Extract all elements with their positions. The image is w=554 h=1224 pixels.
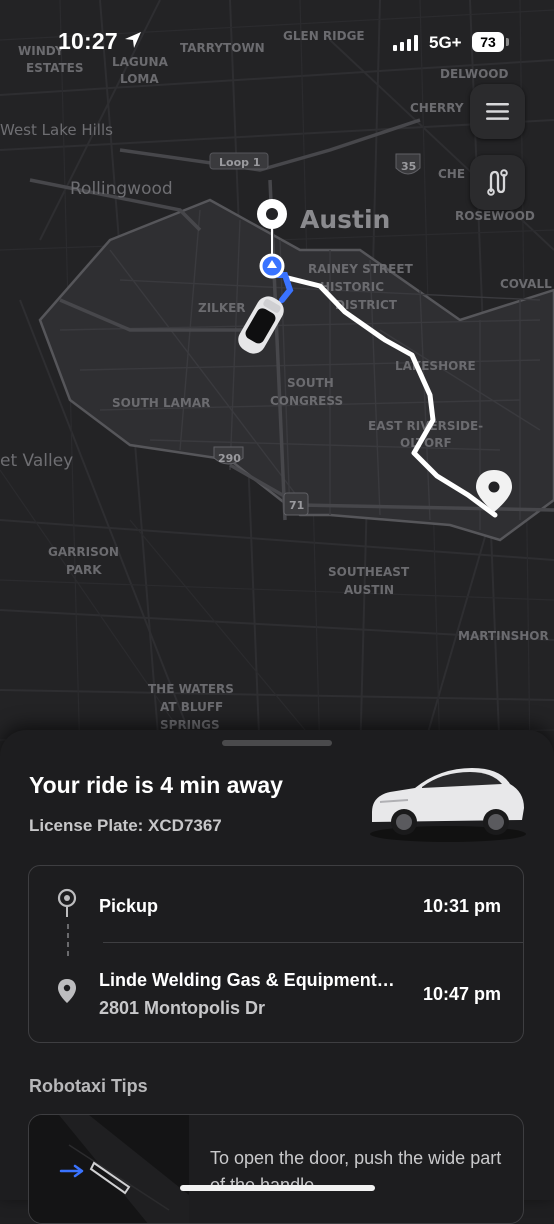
map-label-historic: HISTORIC	[320, 280, 384, 294]
map-label-park: PARK	[66, 563, 102, 577]
map-label-covall: COVALL	[500, 277, 552, 291]
status-bar: 10:27 5G+ 73	[0, 0, 554, 80]
sheet-drag-handle[interactable]	[222, 740, 332, 746]
map-label-south: SOUTH	[287, 376, 334, 390]
location-arrow-icon	[125, 32, 141, 48]
trip-stops-card: Pickup 10:31 pm Linde Welding Gas & Equi…	[28, 865, 524, 1043]
destination-name: Linde Welding Gas & Equipment…	[99, 970, 395, 990]
vehicle-image	[370, 768, 526, 842]
battery-level: 73	[480, 34, 496, 50]
route-icon	[487, 169, 508, 196]
ride-details-sheet: Your ride is 4 min away License Plate: X…	[0, 730, 554, 1224]
map-label-austin: Austin	[300, 205, 390, 234]
map-label-rosewood: ROSEWOOD	[455, 209, 535, 223]
pickup-time: 10:31 pm	[422, 896, 501, 916]
menu-button[interactable]	[470, 84, 525, 139]
battery-tip	[506, 38, 509, 46]
map-label-cherrywood: CHERRY	[410, 101, 464, 115]
map-label-garrison: GARRISON	[48, 545, 119, 559]
map-label-martinshore: MARTINSHOR	[458, 629, 549, 643]
tips-heading: Robotaxi Tips	[29, 1076, 148, 1096]
destination-time: 10:47 pm	[422, 984, 501, 1004]
home-indicator[interactable]	[180, 1185, 375, 1191]
stops-divider	[103, 942, 523, 943]
map-label-south-lamar: SOUTH LAMAR	[112, 396, 210, 410]
map-label-southeast-austin: AUSTIN	[344, 583, 394, 597]
map-label-southeast: SOUTHEAST	[328, 565, 410, 579]
destination-address: 2801 Montopolis Dr	[99, 998, 266, 1018]
map-label-oltorf: OLTORF	[400, 436, 452, 450]
map-label-sunset-valley: et Valley	[0, 451, 73, 471]
hwy71-shield: 71	[289, 499, 304, 512]
map-label-che: CHE	[438, 167, 465, 181]
map-label-at-bluff: AT BLUFF	[160, 700, 223, 714]
connector-dashes	[67, 924, 69, 958]
ride-eta-title: Your ride is 4 min away	[29, 772, 283, 798]
loop1-shield: Loop 1	[219, 156, 260, 169]
license-plate: License Plate: XCD7367	[29, 816, 222, 835]
map-label-west-lake-hills: West Lake Hills	[0, 121, 113, 139]
signal-bars-icon	[393, 35, 418, 51]
map-label-lakeshore: LAKESHORE	[395, 359, 476, 373]
map-label-rollingwood: Rollingwood	[70, 179, 173, 199]
map-label-congress: CONGRESS	[270, 394, 343, 408]
battery-icon: 73	[472, 32, 504, 52]
hwy35-shield: 35	[401, 160, 416, 173]
map-label-zilker: ZILKER	[198, 301, 246, 315]
route-overview-button[interactable]	[470, 155, 525, 210]
pickup-pin-icon	[57, 888, 77, 917]
network-type: 5G+	[429, 33, 462, 52]
map-label-waters: THE WATERS	[148, 682, 234, 696]
status-time: 10:27	[58, 28, 118, 54]
door-handle-image	[29, 1115, 189, 1223]
pickup-label: Pickup	[99, 896, 159, 916]
map-label-rainey: RAINEY STREET	[308, 262, 414, 276]
menu-icon	[486, 103, 509, 120]
hwy290-shield: 290	[218, 452, 241, 465]
destination-pin-icon	[58, 979, 76, 1003]
tip-card[interactable]: To open the door, push the wide part of …	[28, 1114, 524, 1224]
